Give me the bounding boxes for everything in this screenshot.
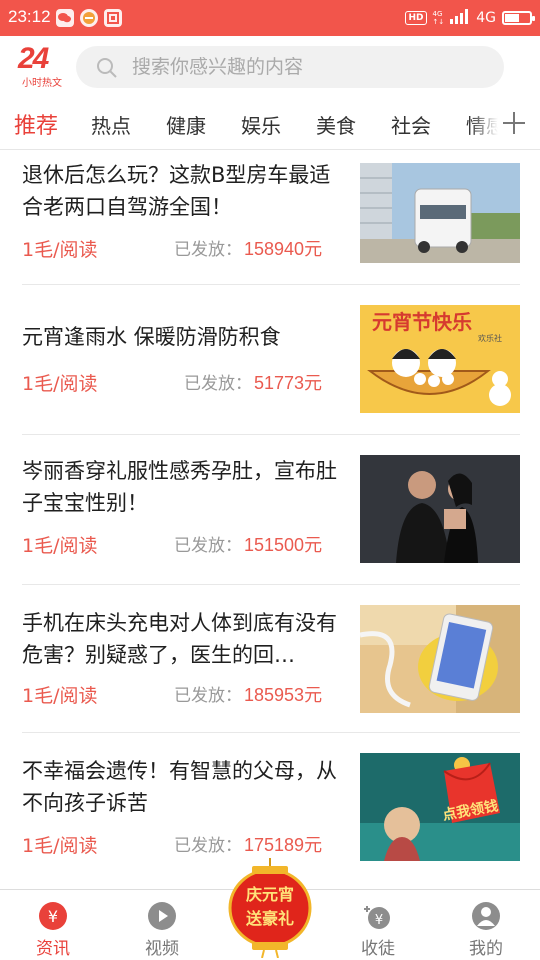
add-tab-icon[interactable]	[502, 110, 526, 134]
nav-label: 我的	[469, 939, 503, 959]
article-price: 1毛/阅读	[22, 685, 98, 707]
apprentice-icon: ¥	[364, 902, 392, 930]
tab-society[interactable]: 社会	[391, 110, 431, 139]
logo-number: 24	[18, 42, 49, 75]
article-paid: 已发放： 158940元	[174, 239, 323, 260]
list-item[interactable]: 岑丽香穿礼服性感秀孕肚，宣布肚子宝宝性别！ 1毛/阅读 已发放： 151500元	[22, 435, 520, 585]
tab-recommend[interactable]: 推荐	[14, 108, 58, 140]
article-paid: 已发放： 151500元	[174, 535, 323, 556]
nav-label: 资讯	[36, 939, 70, 959]
signal-icon	[450, 8, 470, 28]
wechat-icon	[56, 9, 74, 27]
article-paid: 已发放： 175189元	[174, 835, 323, 856]
category-tabs: 推荐 热点 健康 娱乐 美食 社会 情感	[0, 98, 540, 150]
article-price: 1毛/阅读	[22, 835, 98, 857]
nav-label: 收徒	[361, 939, 395, 959]
yuan-coin-icon: ¥	[39, 902, 67, 930]
hd-badge: HD	[405, 11, 427, 25]
list-item[interactable]: 退休后怎么玩？这款B型房车最适合老两口自驾游全国！ 1毛/阅读 已发放： 1589…	[22, 151, 520, 285]
thumb-caption-small: 欢乐社	[478, 333, 502, 343]
article-title: 岑丽香穿礼服性感秀孕肚，宣布肚子宝宝性别！	[22, 459, 337, 515]
promo-line1: 庆元宵	[245, 885, 294, 904]
article-price: 1毛/阅读	[22, 239, 98, 261]
tab-health[interactable]: 健康	[166, 110, 206, 139]
svg-text:¥: ¥	[375, 913, 383, 928]
status-right: HD 4G ↑↓ 4G	[405, 8, 535, 28]
list-item[interactable]: 手机在床头充电对人体到底有没有危害？别疑惑了，医生的回… 1毛/阅读 已发放： 1…	[22, 585, 520, 733]
promo-line2: 送豪礼	[245, 909, 294, 928]
nav-news[interactable]: ¥ 资讯	[8, 890, 98, 960]
status-time: 23:12	[8, 7, 51, 26]
lantern-festival-cartoon: 元宵节快乐 欢乐社	[360, 305, 520, 413]
article-feed: 退休后怎么玩？这款B型房车最适合老两口自驾游全国！ 1毛/阅读 已发放： 1589…	[0, 151, 540, 889]
search-icon	[96, 57, 118, 83]
status-bar: 23:12 HD 4G ↑↓ 4G	[0, 0, 540, 36]
red-envelope-ad: 点我领钱	[360, 753, 520, 861]
nav-video[interactable]: 视频	[117, 890, 207, 960]
search-bar[interactable]	[76, 46, 504, 88]
article-price: 1毛/阅读	[22, 373, 98, 395]
tab-entertainment[interactable]: 娱乐	[241, 110, 281, 139]
network-small: 4G ↑↓	[432, 10, 445, 26]
article-title: 元宵逢雨水 保暖防滑防积食	[22, 325, 281, 349]
cat-app-icon	[80, 9, 98, 27]
tab-food[interactable]: 美食	[316, 110, 356, 139]
battery-fill	[505, 14, 519, 22]
article-title: 不幸福会遗传！有智慧的父母，从不向孩子诉苦	[22, 759, 337, 815]
logo-text: 小时热文	[22, 78, 62, 89]
list-item[interactable]: 元宵逢雨水 保暖防滑防积食 1毛/阅读 已发放： 51773元 元宵节快乐 欢乐社	[22, 285, 520, 435]
article-title: 手机在床头充电对人体到底有没有危害？别疑惑了，医生的回…	[22, 611, 337, 667]
search-input[interactable]	[132, 46, 492, 88]
tab-hot[interactable]: 热点	[91, 110, 131, 139]
nav-label: 视频	[145, 939, 179, 959]
article-price: 1毛/阅读	[22, 535, 98, 557]
svg-text:¥: ¥	[48, 907, 58, 926]
white-camper-van-photo	[360, 163, 520, 263]
phone-charging-photo	[360, 605, 520, 713]
app-logo: 24 小时热文	[18, 42, 66, 89]
network-type: 4G	[476, 10, 496, 26]
nav-profile[interactable]: 我的	[441, 890, 531, 960]
play-circle-icon	[148, 902, 176, 930]
article-title: 退休后怎么玩？这款B型房车最适合老两口自驾游全国！	[22, 163, 331, 219]
nav-apprentice[interactable]: ¥ 收徒	[333, 890, 423, 960]
profile-icon	[472, 902, 500, 930]
app-header: 24 小时热文	[0, 36, 540, 98]
article-paid: 已发放： 185953元	[174, 685, 323, 706]
lantern-promo-button[interactable]: 庆元宵 送豪礼	[222, 858, 318, 959]
qr-scan-icon	[104, 9, 122, 27]
article-paid: 已发放： 51773元	[184, 373, 323, 394]
thumb-caption: 元宵节快乐	[372, 310, 472, 334]
couple-photo	[360, 455, 520, 563]
battery-icon	[502, 11, 535, 25]
